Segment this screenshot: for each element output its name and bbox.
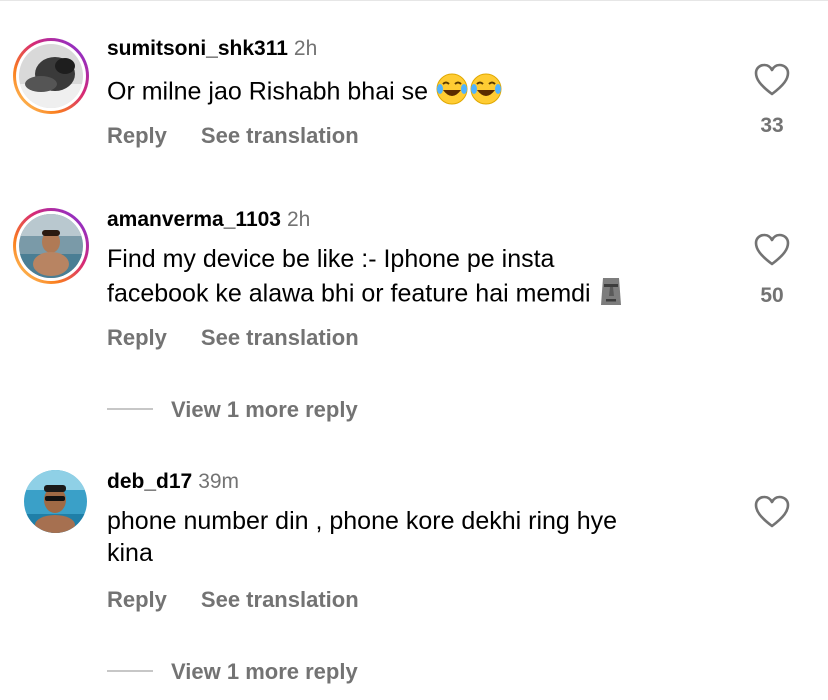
face-with-tears-of-joy-icon	[435, 72, 469, 114]
see-translation-button[interactable]: See translation	[201, 587, 359, 612]
like-count: 50	[760, 284, 784, 307]
comment-actions: Reply See translation	[107, 325, 359, 351]
view-more-replies-button[interactable]: View 1 more reply	[107, 659, 358, 685]
comment-text: Or milne jao Rishabh bhai se	[107, 72, 707, 114]
comment-time: 39m	[198, 470, 240, 493]
reply-button[interactable]: Reply	[107, 325, 167, 350]
view-more-replies-button[interactable]: View 1 more reply	[107, 397, 358, 423]
heart-icon[interactable]	[754, 495, 790, 529]
see-translation-button[interactable]: See translation	[201, 123, 359, 148]
avatar[interactable]	[24, 470, 87, 533]
comment-actions: Reply See translation	[107, 123, 359, 149]
comment-time: 2h	[286, 208, 311, 231]
reply-button[interactable]: Reply	[107, 123, 167, 148]
moai-icon	[598, 275, 624, 315]
see-translation-button[interactable]: See translation	[201, 325, 359, 350]
comment-username[interactable]: deb_d17 39m	[107, 470, 239, 494]
comment-text: Find my device be like :- Iphone pe inst…	[107, 243, 707, 315]
comment-username[interactable]: sumitsoni_shk311 2h	[107, 37, 317, 61]
comment-username[interactable]: amanverma_1103 2h	[107, 208, 310, 232]
replies-divider	[107, 670, 153, 673]
comment-actions: Reply See translation	[107, 587, 359, 613]
reply-button[interactable]: Reply	[107, 587, 167, 612]
comment-time: 2h	[293, 37, 318, 60]
comment-text: phone number din , phone kore dekhi ring…	[107, 507, 618, 567]
face-with-tears-of-joy-icon	[469, 72, 503, 114]
avatar[interactable]	[13, 38, 89, 114]
like-count: 33	[760, 114, 784, 137]
heart-icon[interactable]	[754, 63, 790, 97]
top-divider	[0, 0, 828, 1]
replies-divider	[107, 408, 153, 411]
heart-icon[interactable]	[754, 233, 790, 267]
avatar[interactable]	[13, 208, 89, 284]
